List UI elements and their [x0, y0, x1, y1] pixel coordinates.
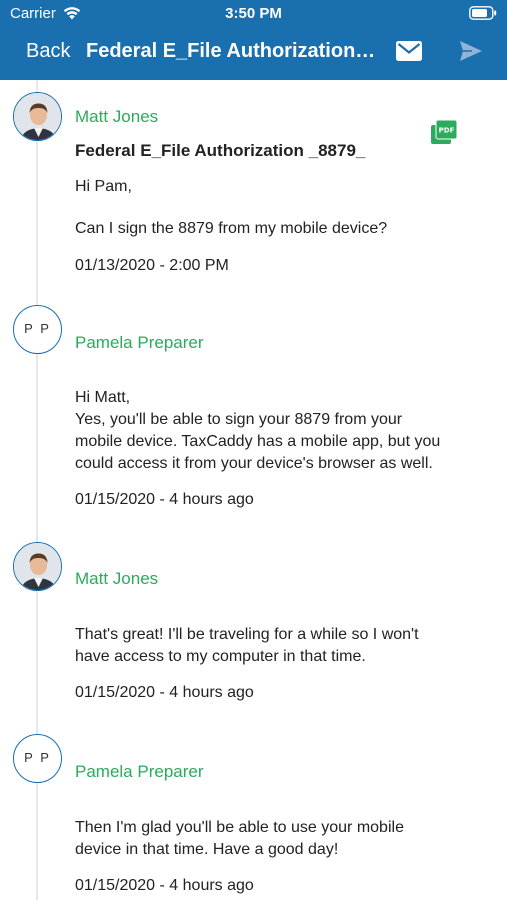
- mail-icon[interactable]: [396, 41, 422, 61]
- battery-icon: [469, 6, 497, 20]
- pdf-icon[interactable]: PDF: [431, 120, 457, 144]
- message-body: Can I sign the 8879 from my mobile devic…: [75, 220, 388, 237]
- sender-name: Matt Jones: [75, 107, 159, 126]
- person-photo-icon: [14, 93, 61, 140]
- status-bar: Carrier 3:50 PM: [0, 0, 507, 28]
- message-greeting: Hi Pam,: [75, 178, 132, 195]
- avatar-initials: P P: [13, 734, 62, 783]
- nav-bar: Back Federal E_File Authorization _8879_: [0, 28, 507, 80]
- message-timestamp: 01/15/2020 - 4 hours ago: [75, 684, 254, 701]
- page-title: Federal E_File Authorization _8879_: [86, 40, 378, 62]
- message-body-line: Then I'm glad you'll be able to use your…: [75, 819, 404, 836]
- sender-name: Pamela Preparer: [75, 333, 204, 352]
- sender-name: Pamela Preparer: [75, 762, 204, 781]
- message-timestamp: 01/15/2020 - 4 hours ago: [75, 877, 254, 894]
- message-body-line: Yes, you'll be able to sign your 8879 fr…: [75, 411, 403, 428]
- avatar: [13, 92, 62, 141]
- message-body-line: Hi Matt,: [75, 389, 131, 406]
- message-body-line: could access it from your device's brows…: [75, 455, 433, 472]
- person-photo-icon: [14, 543, 61, 590]
- message-body-line: device in that time. Have a good day!: [75, 841, 339, 858]
- message-timestamp: 01/15/2020 - 4 hours ago: [75, 491, 254, 508]
- back-button[interactable]: Back: [26, 40, 70, 63]
- avatar: [13, 542, 62, 591]
- message-thread[interactable]: Matt Jones PDF Federal E_File Authorizat…: [0, 80, 507, 900]
- message-body-line: That's great! I'll be traveling for a wh…: [75, 626, 419, 643]
- message-body-line: mobile device. TaxCaddy has a mobile app…: [75, 433, 441, 450]
- clock: 3:50 PM: [225, 5, 282, 22]
- avatar-initials: P P: [13, 305, 62, 354]
- app-header: Carrier 3:50 PM Back Federal E_File Auth…: [0, 0, 507, 80]
- message-body-line: have access to my computer in that time.: [75, 648, 366, 665]
- send-icon[interactable]: [460, 41, 482, 61]
- message-subject: Federal E_File Authorization _8879_: [75, 141, 366, 160]
- message-timestamp: 01/13/2020 - 2:00 PM: [75, 257, 229, 274]
- svg-text:PDF: PDF: [439, 127, 455, 135]
- sender-name: Matt Jones: [75, 569, 159, 588]
